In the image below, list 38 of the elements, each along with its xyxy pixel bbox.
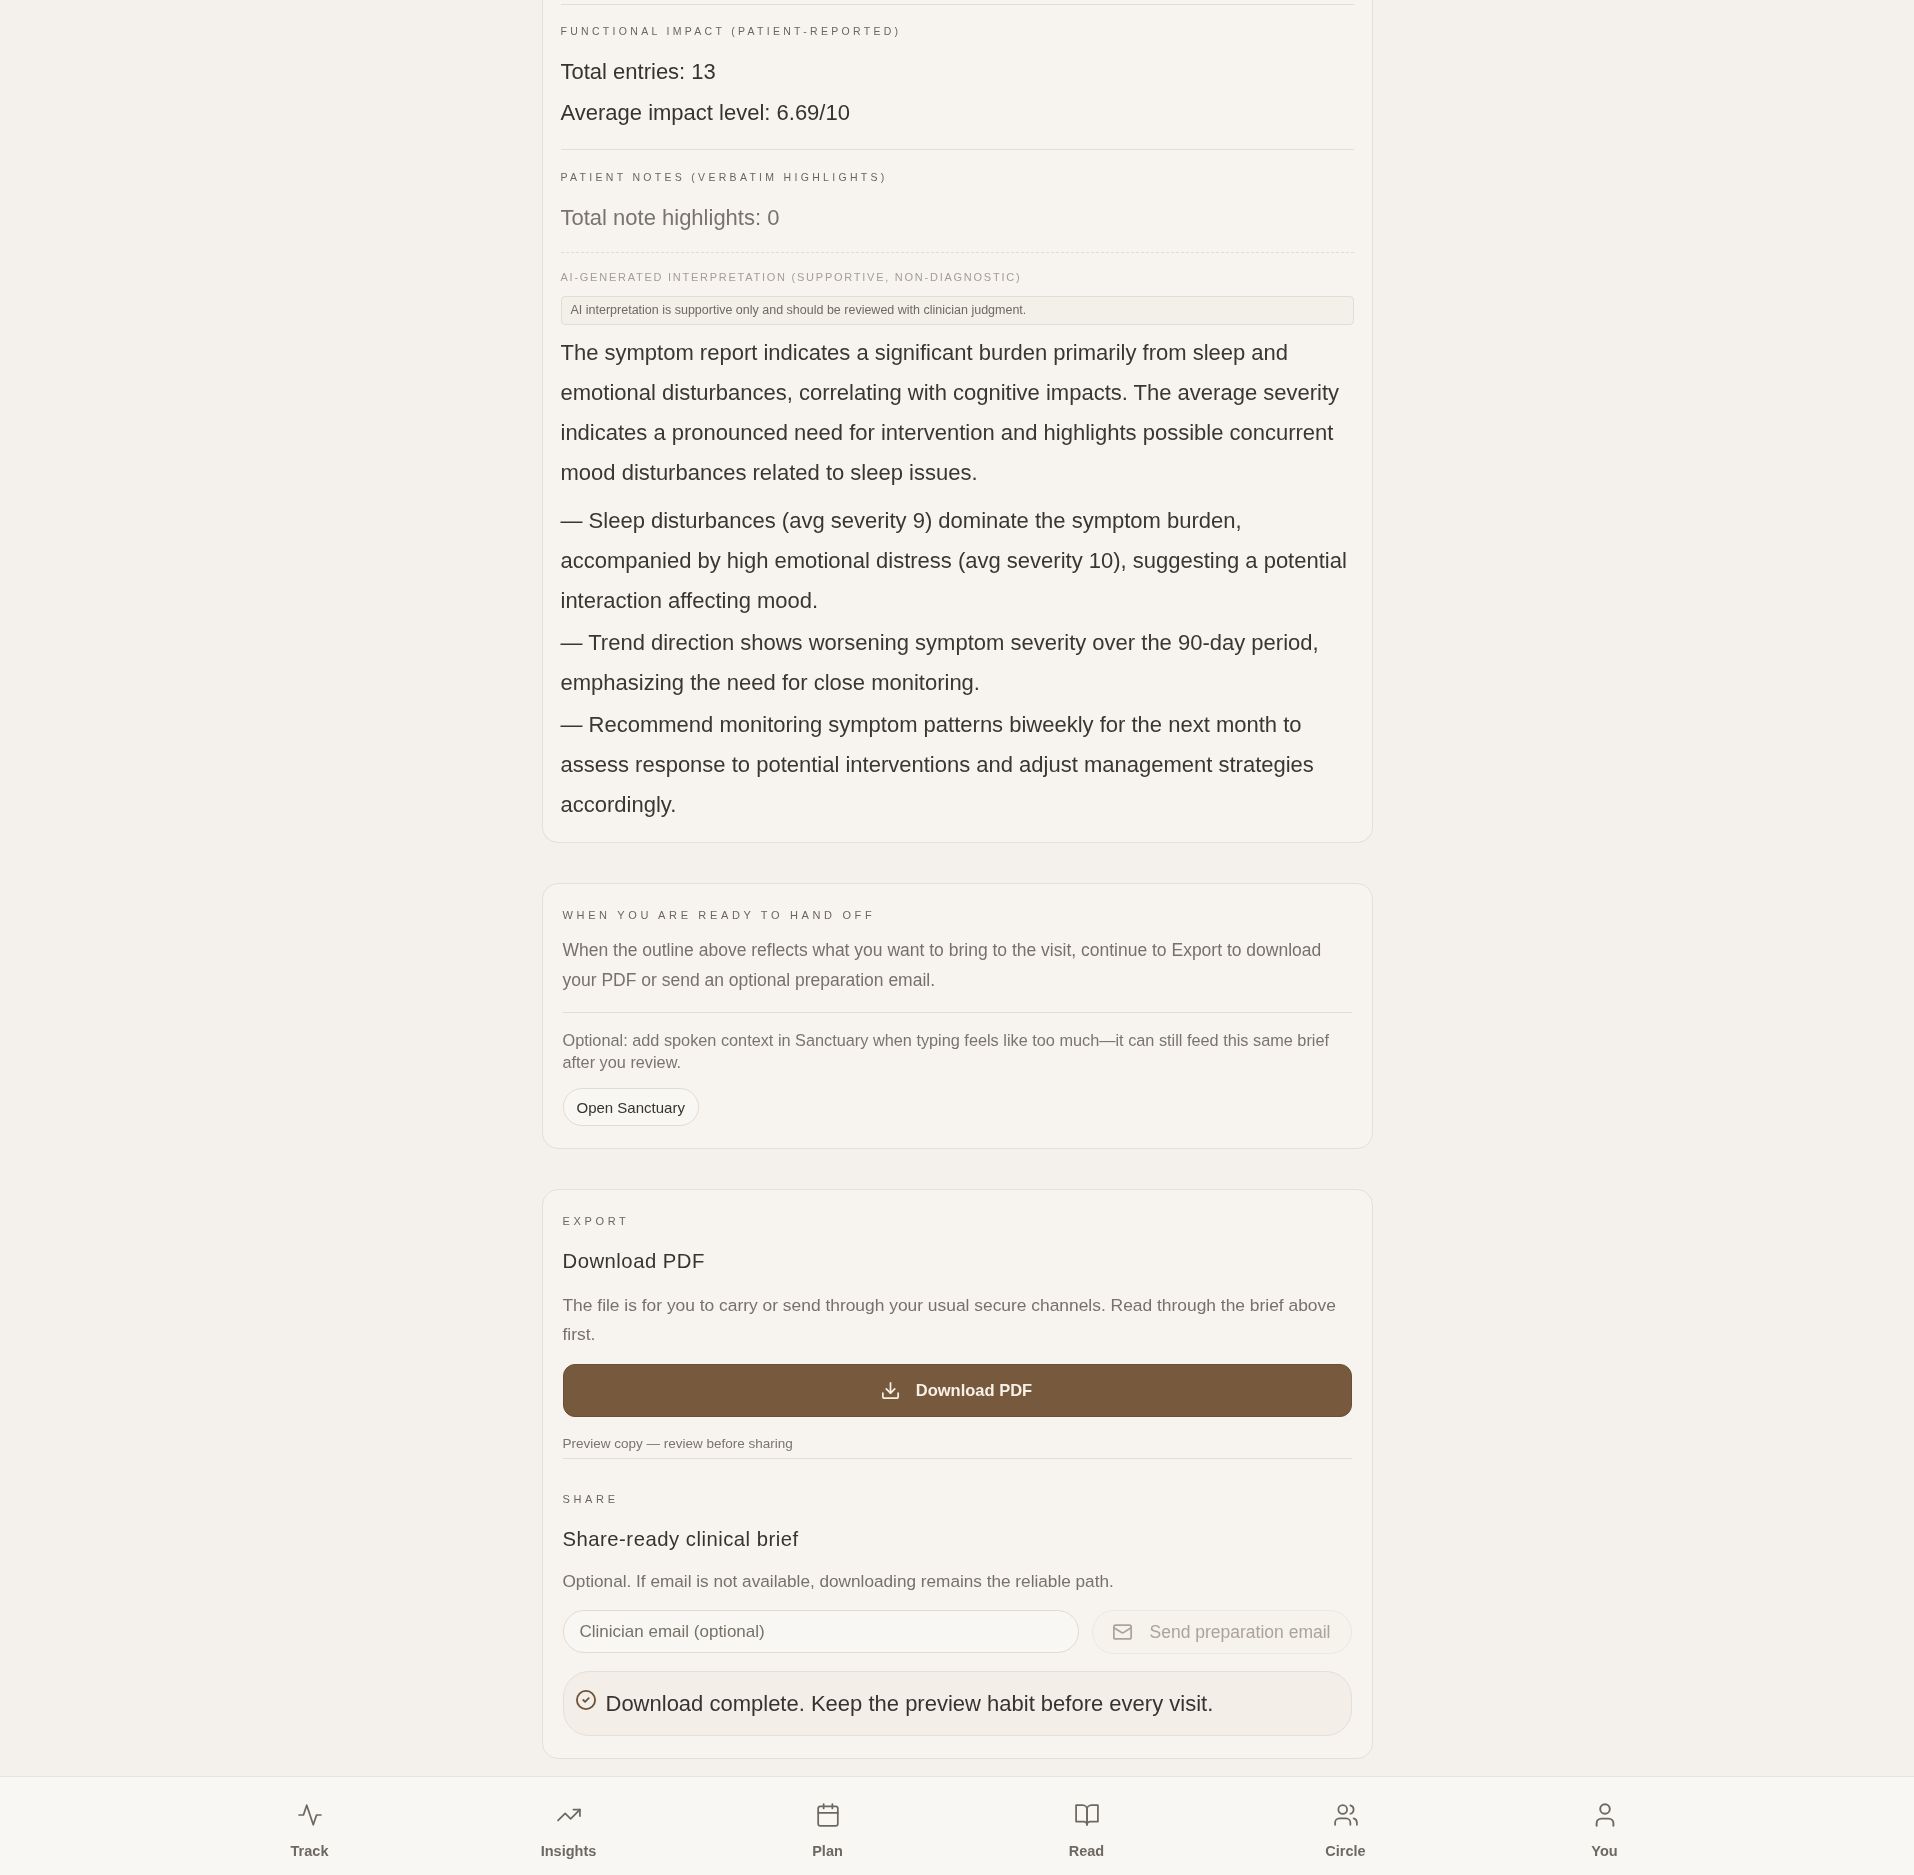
nav-button[interactable]: You bbox=[1585, 1777, 1624, 1860]
nav-button[interactable]: Circle bbox=[1319, 1777, 1372, 1860]
calendar-icon bbox=[815, 1803, 840, 1827]
section-label: SHARE bbox=[562, 1492, 620, 1507]
people-icon bbox=[1333, 1803, 1358, 1827]
sanctuary-note: Optional: add spoken context in Sanctuary when typing feels like too much—it can still feed this same brief after you review. bbox=[562, 1030, 1331, 1073]
open-sanctuary-button[interactable]: Open Sanctuary bbox=[562, 1088, 699, 1126]
nav-button[interactable]: Track bbox=[284, 1777, 335, 1860]
interpretation-paragraph: The symptom report indicates a significant burden primarily from sleep and emotional disturbances, correlating with cognitive impacts. The average severity indicates a pronounced need for intervention and highlights possible concurrent mood disturbances related to sleep issues. bbox=[560, 339, 1341, 487]
note-count: Total note highlights: 0 bbox=[560, 204, 781, 232]
envelope-icon bbox=[1112, 1624, 1132, 1640]
open-book-icon bbox=[1074, 1803, 1099, 1827]
section-label: EXPORT bbox=[562, 1214, 631, 1229]
section-label: AI-GENERATED INTERPRETATION (SUPPORTIVE, NON-DIAGNOSTIC) bbox=[560, 270, 1023, 285]
interpretation-point: — Trend direction shows worsening symptom severity over the 90-day period, emphasizing the need for close monitoring. bbox=[560, 629, 1320, 697]
section-title: Share-ready clinical brief bbox=[562, 1527, 800, 1552]
stat-line: Average impact level: 6.69/10 bbox=[560, 99, 851, 127]
nav-button[interactable]: Read bbox=[1062, 1777, 1111, 1860]
email-field[interactable]: Clinician email (optional) bbox=[562, 1610, 1079, 1653]
interpretation-point: — Recommend monitoring symptom patterns biweekly for the next month to assess response to potential interventions and adjust management strategies accordingly. bbox=[560, 711, 1315, 819]
stat-line: Total entries: 13 bbox=[560, 58, 717, 86]
share-text: Optional. If email is not available, downloading remains the reliable path. bbox=[562, 1570, 1115, 1593]
download-pdf-button[interactable]: Download PDF bbox=[562, 1364, 1352, 1417]
nav-button[interactable]: Insights bbox=[534, 1777, 603, 1860]
export-text: The file is for you to carry or send through your usual secure channels. Read through the brief above first. bbox=[562, 1294, 1337, 1346]
nav-button[interactable]: Plan bbox=[806, 1777, 849, 1860]
disclaimer-note: AI interpretation is supportive only and should be reviewed with clinician judgment. bbox=[560, 296, 1354, 325]
section-label: WHEN YOU ARE READY TO HAND OFF bbox=[562, 908, 877, 923]
preview-caption: Preview copy — review before sharing bbox=[562, 1436, 794, 1452]
download-icon bbox=[881, 1382, 899, 1399]
status-message: Download complete. Keep the preview habit before every visit. bbox=[605, 1690, 1214, 1718]
section-label: FUNCTIONAL IMPACT (PATIENT-REPORTED) bbox=[560, 24, 903, 39]
interpretation-point: — Sleep disturbances (avg severity 9) dominate the symptom burden, accompanied by high emotional distress (avg severity 10), suggesting a potential interaction affecting mood. bbox=[560, 507, 1348, 615]
pulse-icon bbox=[297, 1803, 322, 1827]
section-label: PATIENT NOTES (VERBATIM HIGHLIGHTS) bbox=[560, 170, 889, 185]
section-title: Download PDF bbox=[562, 1249, 706, 1274]
handoff-text: When the outline above reflects what you want to bring to the visit, continue to Export to download your PDF or send an optional preparation email. bbox=[562, 939, 1323, 992]
check-circle-icon bbox=[575, 1690, 596, 1710]
